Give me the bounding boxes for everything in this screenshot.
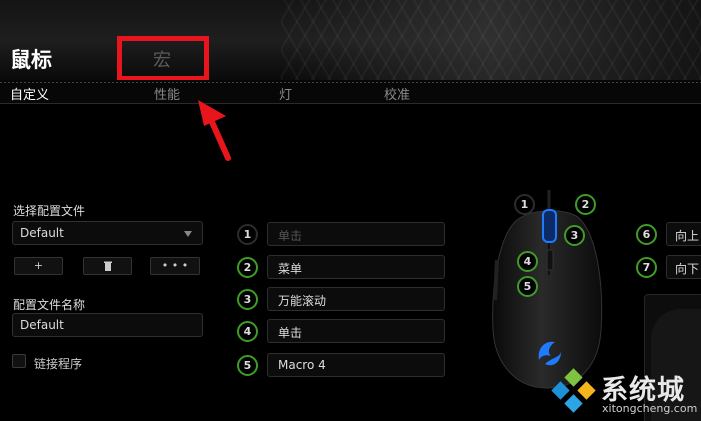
profile-select[interactable]: Default [12, 221, 203, 245]
tab-lighting[interactable]: 灯 [279, 84, 292, 103]
mouse-callout-4: 4 [517, 251, 538, 272]
link-program-label: 链接程序 [34, 357, 83, 371]
binding-field-1[interactable]: 单击 [267, 222, 445, 246]
watermark-url: xitongcheng.com [602, 402, 698, 415]
header-bar: 鼠标 宏 [0, 0, 701, 80]
profile-name-label: 配置文件名称 [13, 298, 86, 312]
trash-icon [103, 261, 112, 271]
binding-number-4: 4 [237, 321, 258, 342]
page-title: 鼠标 [10, 48, 52, 72]
binding-field-2[interactable]: 菜单 [267, 255, 445, 279]
header-hex-pattern [281, 0, 701, 80]
mouse-callout-1: 1 [514, 194, 535, 215]
watermark: 系统城 xitongcheng.com [545, 360, 701, 421]
binding-number-6: 6 [636, 224, 657, 245]
tab-performance[interactable]: 性能 [154, 84, 180, 103]
tab-divider [0, 82, 701, 83]
binding-number-5: 5 [237, 355, 258, 376]
profile-name-input[interactable]: Default [12, 313, 203, 337]
chevron-down-icon [184, 231, 192, 237]
link-program-checkbox[interactable] [12, 354, 26, 368]
binding-number-3: 3 [237, 289, 258, 310]
delete-profile-button[interactable] [83, 257, 132, 275]
binding-field-6[interactable]: 向上 [666, 222, 701, 246]
windows-diamond-logo-icon [551, 368, 596, 413]
mouse-callout-2: 2 [575, 194, 596, 215]
binding-field-7[interactable]: 向下 [666, 255, 701, 279]
mouse-callout-5: 5 [517, 276, 538, 297]
select-profile-label: 选择配置文件 [13, 204, 86, 218]
tab-bar: 自定义 性能 灯 校准 [0, 80, 701, 104]
binding-number-7: 7 [636, 257, 657, 278]
binding-field-5[interactable]: Macro 4 [267, 353, 445, 377]
red-arrow-icon [198, 100, 231, 161]
more-options-button[interactable]: • • • [150, 257, 200, 275]
tab-customize[interactable]: 自定义 [10, 84, 49, 103]
add-profile-button[interactable]: + [14, 257, 63, 275]
tab-calibration[interactable]: 校准 [384, 84, 410, 103]
binding-number-2: 2 [237, 257, 258, 278]
binding-field-3[interactable]: 万能滚动 [267, 287, 445, 311]
binding-field-4[interactable]: 单击 [267, 319, 445, 343]
red-highlight-box [117, 36, 209, 81]
mouse-callout-3: 3 [564, 225, 585, 246]
profile-select-value: Default [20, 226, 64, 240]
binding-number-1: 1 [237, 224, 258, 245]
